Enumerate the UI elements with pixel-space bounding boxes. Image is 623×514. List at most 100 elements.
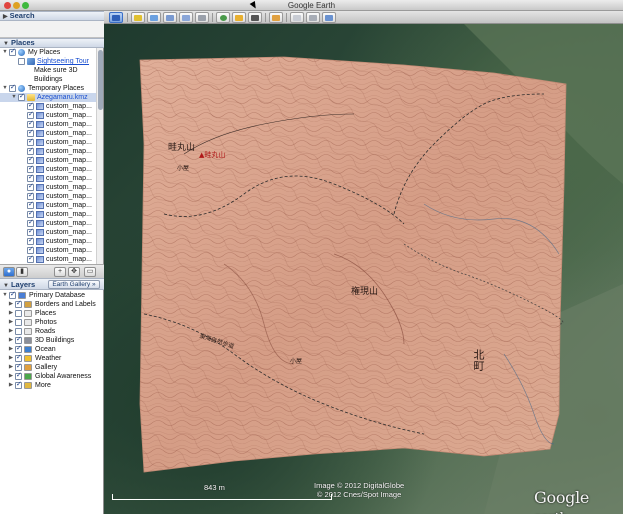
layer-item[interactable]: ▶ Photos bbox=[0, 318, 104, 327]
disclosure-triangle-icon[interactable]: ▶ bbox=[8, 318, 14, 327]
places-item[interactable]: Sightseeing Tour bbox=[0, 57, 96, 66]
places-item[interactable]: custom_map... bbox=[0, 236, 96, 246]
places-item[interactable]: custom_map... bbox=[0, 101, 96, 111]
places-item[interactable]: custom_map... bbox=[0, 137, 96, 147]
visibility-checkbox[interactable] bbox=[27, 137, 34, 146]
disclosure-triangle-icon[interactable]: ▶ bbox=[8, 345, 14, 354]
layer-checkbox[interactable] bbox=[15, 319, 22, 326]
places-item[interactable]: custom_map... bbox=[0, 164, 96, 174]
map-viewport[interactable]: 畦丸山 ▲畦丸山 権現山 北町 東海自然歩道 小屋 小屋 Image © 201… bbox=[104, 24, 623, 514]
add-image-overlay-button[interactable] bbox=[179, 12, 193, 23]
disclosure-triangle-icon[interactable]: ▶ bbox=[8, 363, 14, 372]
disclosure-triangle-icon[interactable]: ▶ bbox=[8, 354, 14, 363]
visibility-checkbox[interactable] bbox=[27, 236, 34, 245]
visibility-checkbox[interactable] bbox=[27, 173, 34, 182]
layer-item[interactable]: ▶ Borders and Labels bbox=[0, 299, 104, 309]
disclosure-triangle-icon[interactable]: ▶ bbox=[8, 327, 14, 336]
places-item[interactable]: custom_map... bbox=[0, 254, 96, 264]
scrollbar-thumb[interactable] bbox=[98, 50, 103, 110]
layer-item[interactable]: ▶ Places bbox=[0, 309, 104, 318]
places-item[interactable]: custom_map... bbox=[0, 218, 96, 228]
add-polygon-button[interactable] bbox=[147, 12, 161, 23]
sidebar-panel-button[interactable]: ▮ bbox=[16, 267, 28, 277]
places-item[interactable]: ▼ Temporary Places bbox=[0, 83, 96, 93]
disclosure-triangle-icon[interactable]: ▶ bbox=[8, 372, 14, 381]
add-folder-button[interactable]: ▭ bbox=[84, 267, 96, 277]
places-item[interactable]: Make sure 3D bbox=[0, 66, 96, 75]
visibility-checkbox[interactable] bbox=[27, 182, 34, 191]
move-place-button[interactable]: ✥ bbox=[68, 267, 80, 277]
sunlight-button[interactable] bbox=[232, 12, 246, 23]
layer-checkbox[interactable] bbox=[15, 371, 22, 380]
visibility-checkbox[interactable] bbox=[18, 92, 25, 101]
visibility-checkbox[interactable] bbox=[9, 83, 16, 92]
visibility-checkbox[interactable] bbox=[27, 191, 34, 200]
places-item[interactable]: custom_map... bbox=[0, 182, 96, 192]
places-item[interactable]: custom_map... bbox=[0, 173, 96, 183]
places-panel-header[interactable]: ▼ Places bbox=[0, 38, 104, 48]
visibility-checkbox[interactable] bbox=[27, 200, 34, 209]
layer-checkbox[interactable] bbox=[15, 362, 22, 371]
disclosure-triangle-icon[interactable]: ▼ bbox=[2, 291, 8, 300]
view-in-maps-button[interactable] bbox=[322, 12, 336, 23]
places-scrollbar[interactable] bbox=[96, 48, 103, 264]
visibility-checkbox[interactable] bbox=[27, 164, 34, 173]
places-item-label[interactable]: Sightseeing Tour bbox=[37, 57, 89, 66]
visibility-checkbox[interactable] bbox=[9, 48, 16, 56]
visibility-checkbox[interactable] bbox=[27, 101, 34, 110]
visibility-checkbox[interactable] bbox=[27, 209, 34, 218]
disclosure-triangle-icon[interactable]: ▶ bbox=[8, 381, 14, 390]
places-item[interactable]: custom_map... bbox=[0, 227, 96, 237]
search-places-button[interactable]: ● bbox=[3, 267, 15, 277]
disclosure-triangle-icon[interactable]: ▼ bbox=[2, 48, 8, 57]
visibility-checkbox[interactable] bbox=[27, 128, 34, 137]
visibility-checkbox[interactable] bbox=[27, 254, 34, 263]
ruler-button[interactable] bbox=[269, 12, 283, 23]
visibility-checkbox[interactable] bbox=[27, 110, 34, 119]
layer-checkbox[interactable] bbox=[15, 299, 22, 308]
visibility-checkbox[interactable] bbox=[27, 218, 34, 227]
print-button[interactable] bbox=[306, 12, 320, 23]
visibility-checkbox[interactable] bbox=[27, 119, 34, 128]
places-item[interactable]: custom_map... bbox=[0, 200, 96, 210]
places-item[interactable]: custom_map... bbox=[0, 119, 96, 129]
disclosure-triangle-icon[interactable]: ▶ bbox=[8, 300, 14, 309]
places-item[interactable]: custom_map... bbox=[0, 128, 96, 138]
layer-checkbox[interactable] bbox=[15, 328, 22, 335]
places-item[interactable]: ▼ Azegamaru.kmz bbox=[0, 92, 96, 102]
record-tour-button[interactable] bbox=[195, 12, 209, 23]
add-placemark-button[interactable] bbox=[131, 12, 145, 23]
visibility-checkbox[interactable] bbox=[27, 227, 34, 236]
switch-sky-button[interactable] bbox=[248, 12, 262, 23]
layer-checkbox[interactable] bbox=[15, 380, 22, 389]
places-item[interactable]: ▼ My Places bbox=[0, 48, 96, 57]
places-item[interactable]: custom_map... bbox=[0, 245, 96, 255]
layer-checkbox[interactable] bbox=[15, 344, 22, 353]
historical-imagery-button[interactable] bbox=[216, 12, 230, 23]
disclosure-triangle-icon[interactable]: ▶ bbox=[8, 336, 14, 345]
layer-checkbox[interactable] bbox=[15, 310, 22, 317]
sidebar-toggle-button[interactable] bbox=[109, 12, 123, 23]
email-button[interactable] bbox=[290, 12, 304, 23]
add-path-button[interactable] bbox=[163, 12, 177, 23]
places-item[interactable]: custom_map... bbox=[0, 191, 96, 201]
visibility-checkbox[interactable] bbox=[27, 245, 34, 254]
places-item[interactable]: custom_map... bbox=[0, 209, 96, 219]
layer-checkbox[interactable] bbox=[15, 353, 22, 362]
layer-item[interactable]: ▶ More bbox=[0, 380, 104, 390]
visibility-checkbox[interactable] bbox=[27, 146, 34, 155]
places-item[interactable]: custom_map... bbox=[0, 155, 96, 165]
layer-checkbox[interactable] bbox=[9, 290, 16, 299]
visibility-checkbox[interactable] bbox=[27, 155, 34, 164]
visibility-checkbox[interactable] bbox=[18, 58, 25, 65]
disclosure-triangle-icon[interactable]: ▼ bbox=[2, 84, 8, 93]
earth-gallery-button[interactable]: Earth Gallery » bbox=[48, 280, 100, 289]
layer-checkbox[interactable] bbox=[15, 335, 22, 344]
disclosure-triangle-icon[interactable]: ▼ bbox=[11, 93, 17, 102]
search-panel-header[interactable]: ▶ Search bbox=[0, 11, 104, 21]
disclosure-triangle-icon[interactable]: ▶ bbox=[8, 309, 14, 318]
places-item[interactable]: custom_map... bbox=[0, 146, 96, 156]
add-place-button[interactable]: + bbox=[54, 267, 66, 277]
layers-panel-header[interactable]: ▼ Layers Earth Gallery » bbox=[0, 278, 104, 290]
places-item[interactable]: custom_map... bbox=[0, 110, 96, 120]
